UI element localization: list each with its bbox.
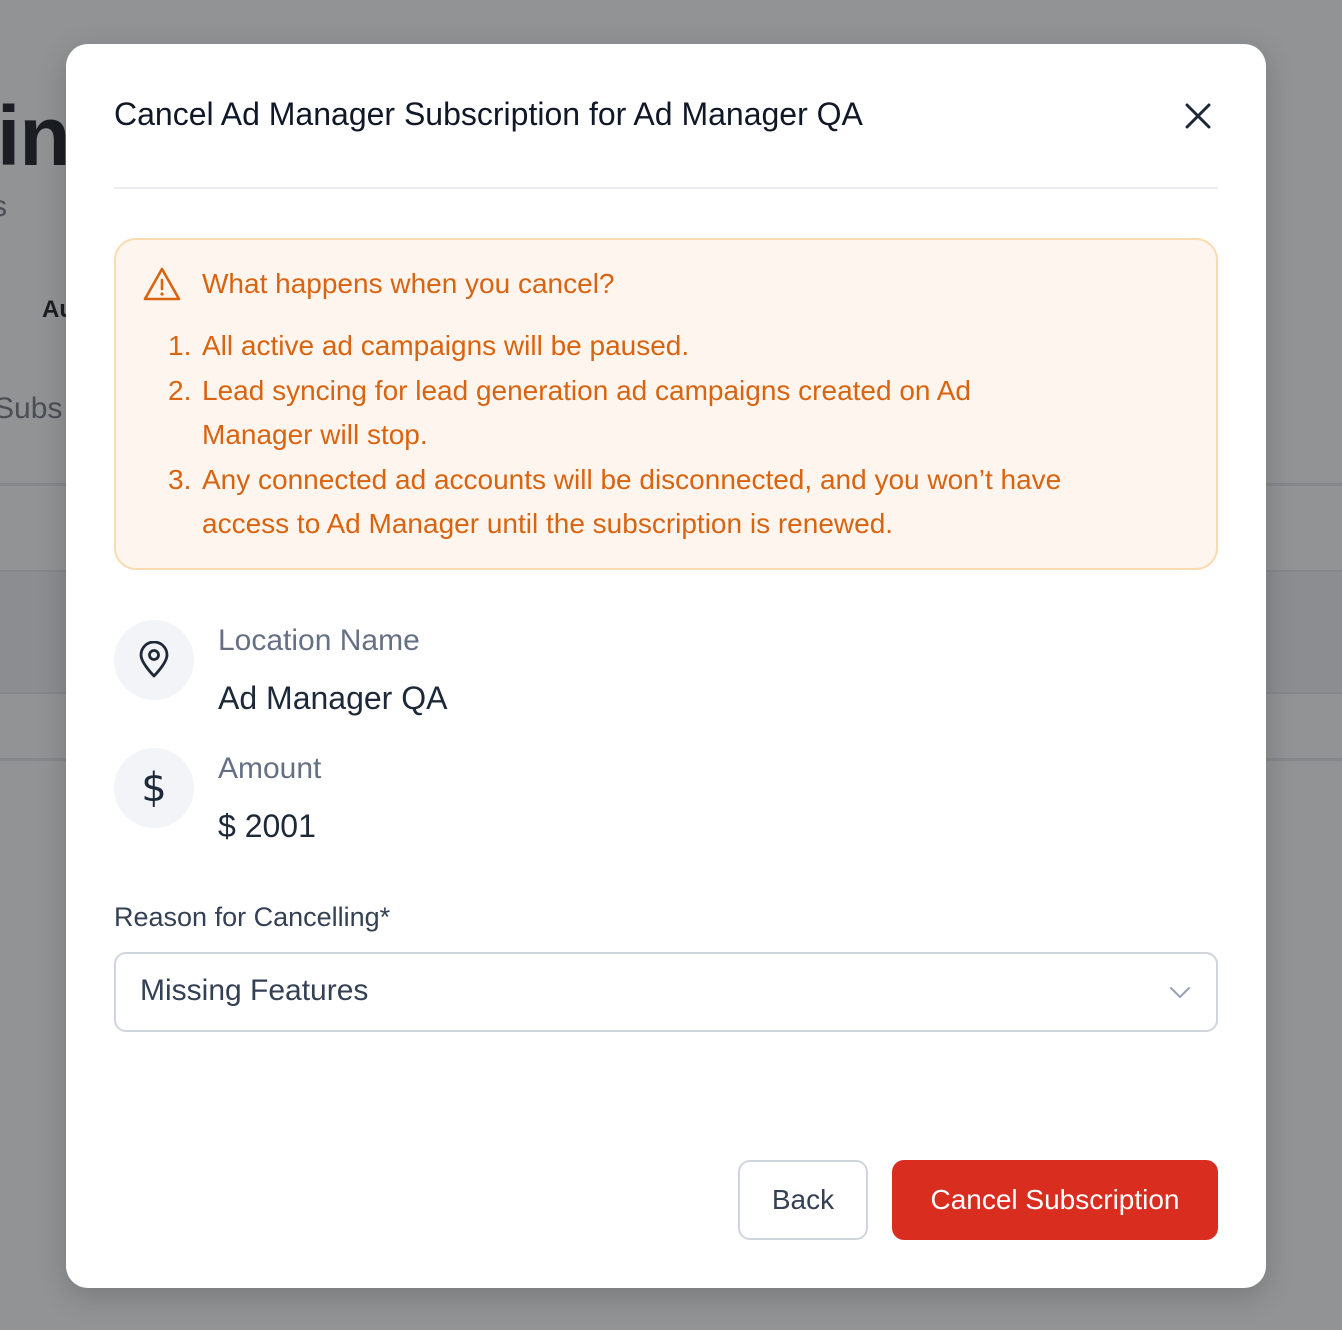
location-detail: Location Name Ad Manager QA bbox=[114, 620, 914, 716]
cancel-warning-box: What happens when you cancel? 1. All act… bbox=[114, 238, 1218, 570]
warning-item-text: Any connected ad accounts will be discon… bbox=[202, 463, 1062, 540]
warning-list-item: 2. Lead syncing for lead generation ad c… bbox=[168, 369, 1088, 458]
amount-icon-badge: $ bbox=[114, 748, 194, 828]
cancel-subscription-button[interactable]: Cancel Subscription bbox=[892, 1160, 1218, 1240]
warning-item-text: All active ad campaigns will be paused. bbox=[202, 330, 690, 361]
warning-list-item: 3. Any connected ad accounts will be dis… bbox=[168, 458, 1088, 547]
location-pin-icon bbox=[139, 641, 169, 678]
cancel-subscription-modal: Cancel Ad Manager Subscription for Ad Ma… bbox=[66, 44, 1266, 1288]
reason-label: Reason for Cancelling* bbox=[114, 902, 391, 932]
warning-title: What happens when you cancel? bbox=[202, 268, 615, 299]
location-value: Ad Manager QA bbox=[218, 680, 448, 716]
dollar-icon: $ bbox=[141, 765, 167, 811]
background-section-label: Subs bbox=[0, 392, 63, 425]
amount-label: Amount bbox=[218, 752, 322, 785]
warning-item-number: 2. bbox=[168, 374, 192, 406]
reason-select[interactable]: Missing Features bbox=[114, 952, 1218, 1032]
modal-title: Cancel Ad Manager Subscription for Ad Ma… bbox=[114, 96, 863, 132]
amount-detail: $ Amount $ 2001 bbox=[114, 748, 914, 844]
location-icon-badge bbox=[114, 620, 194, 700]
back-button[interactable]: Back bbox=[738, 1160, 868, 1240]
reason-selected-value: Missing Features bbox=[140, 974, 369, 1007]
chevron-down-icon bbox=[1170, 987, 1190, 998]
warning-item-number: 3. bbox=[168, 463, 192, 495]
close-icon bbox=[1185, 103, 1211, 129]
close-button[interactable] bbox=[1178, 96, 1218, 136]
header-divider bbox=[114, 187, 1218, 189]
location-label: Location Name bbox=[218, 624, 420, 657]
warning-list-item: 1. All active ad campaigns will be pause… bbox=[168, 324, 1088, 369]
amount-value: $ 2001 bbox=[218, 808, 316, 844]
background-page-title: tin bbox=[0, 89, 71, 183]
warning-list: 1. All active ad campaigns will be pause… bbox=[168, 324, 1088, 547]
warning-item-number: 1. bbox=[168, 330, 192, 361]
background-page-subtitle: s bbox=[0, 190, 7, 224]
warning-triangle-icon bbox=[143, 267, 181, 301]
warning-item-text: Lead syncing for lead generation ad camp… bbox=[202, 374, 971, 451]
